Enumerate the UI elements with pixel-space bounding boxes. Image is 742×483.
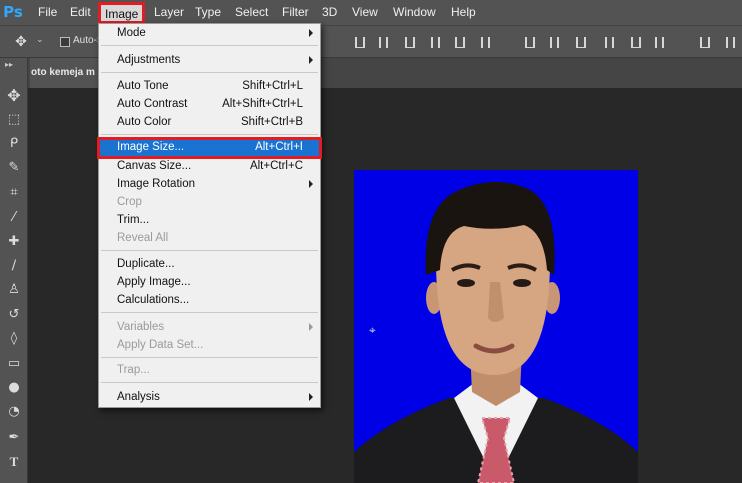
brush-tool-icon[interactable]: ∕ <box>3 256 25 276</box>
align-bottom-icon[interactable] <box>405 37 415 48</box>
submenu-arrow-icon <box>309 180 313 188</box>
menu-separator <box>101 357 318 358</box>
align-right-icon[interactable] <box>481 37 490 48</box>
pen-tool-icon[interactable]: ✒ <box>3 428 25 448</box>
move-tool-icon[interactable]: ✥ <box>3 86 25 106</box>
align-top-icon[interactable] <box>355 37 365 48</box>
move-options-icon[interactable]: ✥ <box>10 32 32 52</box>
menu-item-trim[interactable]: Trim... <box>99 212 320 230</box>
portrait-photo[interactable] <box>354 170 638 483</box>
distribute-bottom-icon[interactable] <box>576 37 586 48</box>
collapse-arrows-icon[interactable]: ▸▸ <box>5 60 13 69</box>
menu-separator <box>101 72 318 73</box>
menu-bar: Ps File Edit Image Layer Type Select Fil… <box>0 0 742 25</box>
auto-align-icon[interactable] <box>700 37 710 48</box>
menu-file[interactable]: File <box>38 0 57 25</box>
healing-brush-tool-icon[interactable]: ✚ <box>3 232 25 252</box>
blur-tool-icon[interactable]: ● <box>3 378 25 398</box>
submenu-arrow-icon <box>309 29 313 37</box>
menu-item-duplicate[interactable]: Duplicate... <box>99 256 320 274</box>
distribute-left-icon[interactable] <box>605 37 614 48</box>
menu-item-crop: Crop <box>117 196 142 208</box>
distribute-top-icon[interactable] <box>525 37 535 48</box>
menu-3d[interactable]: 3D <box>322 0 337 25</box>
dodge-tool-icon[interactable]: ◔ <box>3 402 25 422</box>
clone-stamp-tool-icon[interactable]: ♙ <box>3 280 25 300</box>
type-tool-icon[interactable]: T <box>3 452 25 472</box>
menu-window[interactable]: Window <box>393 0 436 25</box>
menu-item-auto-color[interactable]: Auto Color Shift+Ctrl+B <box>99 114 320 132</box>
distribute-hcenter-icon[interactable] <box>631 37 641 48</box>
image-menu-dropdown: Mode Adjustments Auto Tone Shift+Ctrl+L … <box>97 23 322 408</box>
portrait-illustration <box>354 181 638 483</box>
crosshair-cursor-icon: ⌖ <box>369 323 376 337</box>
tools-panel: ▸▸ ✥ ⬚ ᑭ ✎ ⌗ ⁄ ✚ ∕ ♙ ↺ ◊ ▭ ● ◔ ✒ T <box>0 58 28 483</box>
menu-item-apply-image[interactable]: Apply Image... <box>99 274 320 292</box>
auto-select-checkbox[interactable] <box>60 37 70 47</box>
eyedropper-tool-icon[interactable]: ⁄ <box>3 208 25 228</box>
menu-separator <box>101 382 318 383</box>
quick-select-tool-icon[interactable]: ✎ <box>3 158 25 178</box>
menu-type[interactable]: Type <box>195 0 221 25</box>
submenu-arrow-icon <box>309 323 313 331</box>
menu-item-apply-data-set: Apply Data Set... <box>117 339 204 351</box>
menu-image[interactable]: Image <box>98 2 146 24</box>
menu-item-reveal-all: Reveal All <box>117 232 169 244</box>
history-brush-tool-icon[interactable]: ↺ <box>3 305 25 325</box>
menu-filter[interactable]: Filter <box>282 0 309 25</box>
menu-separator <box>101 312 318 313</box>
marquee-tool-icon[interactable]: ⬚ <box>3 110 25 130</box>
menu-item-calculations[interactable]: Calculations... <box>99 292 320 310</box>
submenu-arrow-icon <box>309 393 313 401</box>
menu-item-mode[interactable]: Mode <box>99 25 320 43</box>
align-vcenter-icon[interactable] <box>379 37 388 48</box>
menu-item-variables: Variables <box>99 319 320 337</box>
menu-separator <box>101 250 318 251</box>
menu-item-auto-tone[interactable]: Auto Tone Shift+Ctrl+L <box>99 78 320 96</box>
document-tab[interactable]: oto kemeja m <box>30 58 100 88</box>
distribute-right-icon[interactable] <box>655 37 664 48</box>
align-hcenter-icon[interactable] <box>455 37 465 48</box>
align-left-icon[interactable] <box>431 37 440 48</box>
menu-layer[interactable]: Layer <box>154 0 184 25</box>
submenu-arrow-icon <box>309 56 313 64</box>
photoshop-logo: Ps <box>3 3 23 21</box>
menu-help[interactable]: Help <box>451 0 476 25</box>
menu-separator <box>101 134 318 135</box>
menu-item-auto-contrast[interactable]: Auto Contrast Alt+Shift+Ctrl+L <box>99 96 320 114</box>
menu-item-trap: Trap... <box>117 364 150 376</box>
lasso-tool-icon[interactable]: ᑭ <box>3 134 25 154</box>
menu-separator <box>101 45 318 46</box>
menu-edit[interactable]: Edit <box>70 0 91 25</box>
chevron-down-icon[interactable]: ⌄ <box>36 35 44 45</box>
3d-mode-icon[interactable] <box>726 37 735 48</box>
eraser-tool-icon[interactable]: ◊ <box>3 329 25 349</box>
menu-item-canvas-size[interactable]: Canvas Size... Alt+Ctrl+C <box>99 158 320 176</box>
menu-item-analysis[interactable]: Analysis <box>99 389 320 407</box>
menu-select[interactable]: Select <box>235 0 268 25</box>
crop-tool-icon[interactable]: ⌗ <box>3 183 25 203</box>
menu-item-image-size[interactable]: Image Size... Alt+Ctrl+I <box>97 137 322 159</box>
gradient-tool-icon[interactable]: ▭ <box>3 354 25 374</box>
menu-item-image-rotation[interactable]: Image Rotation <box>99 176 320 194</box>
menu-item-adjustments[interactable]: Adjustments <box>99 52 320 70</box>
distribute-vcenter-icon[interactable] <box>550 37 559 48</box>
menu-view[interactable]: View <box>352 0 378 25</box>
